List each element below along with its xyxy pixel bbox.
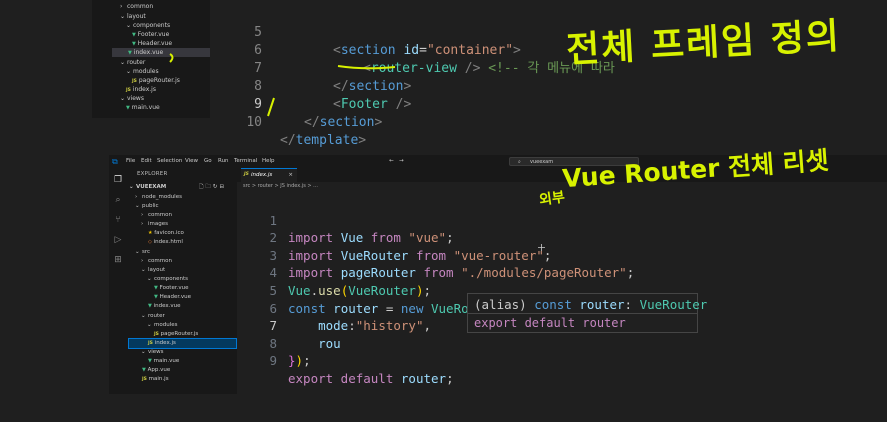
code-line: 6 mode:"history", (269, 300, 432, 334)
activity-bar: ❐ ⌕ ⑂ ▷ ⊞ (109, 168, 127, 394)
explorer-panel: EXPLORER ⌄ VUEEXAM 🗋🗀↻⊟ › node_modules ⌄ pu… (127, 168, 237, 394)
tree-folder[interactable]: ⌄ router (141, 312, 165, 321)
nav-forward-icon[interactable]: → (399, 155, 404, 168)
tooltip-divider (468, 313, 697, 314)
vue-file-icon: ▼ (142, 367, 146, 373)
tree-folder[interactable]: › images (141, 220, 168, 229)
tree-folder[interactable]: ⌄ views (141, 348, 164, 357)
close-icon[interactable]: × (288, 169, 293, 181)
explorer-root[interactable]: ⌄ VUEEXAM 🗋🗀↻⊟ (129, 183, 235, 192)
tree-file[interactable]: ▼ Footer.vue (154, 284, 188, 293)
run-debug-icon[interactable]: ▷ (112, 234, 124, 246)
menu-run[interactable]: Run (218, 155, 229, 168)
code-line: 3 import pageRouter from "./modules/page… (269, 247, 635, 281)
menu-go[interactable]: Go (204, 155, 212, 168)
source-control-icon[interactable]: ⑂ (112, 214, 124, 226)
tree-file[interactable]: ◇ index.html (148, 238, 183, 247)
menu-view[interactable]: View (185, 155, 198, 168)
breadcrumb[interactable]: src > router > JS index.js > ... (243, 183, 318, 189)
code-line: 7 rou (269, 318, 341, 351)
vue-file-icon: ▼ (148, 303, 152, 309)
menu-selection[interactable]: Selection (157, 155, 182, 168)
menu-terminal[interactable]: Terminal (234, 155, 257, 168)
nav-back-icon[interactable]: ← (389, 155, 394, 168)
js-file-icon: JS (154, 332, 159, 337)
mouse-cursor-icon (538, 244, 545, 251)
vue-file-icon: ▼ (154, 294, 158, 300)
tree-file[interactable]: JS main.js (142, 375, 169, 384)
menu-edit[interactable]: Edit (141, 155, 152, 168)
vue-file-icon: ▼ (148, 358, 152, 364)
vscode-logo-icon: ⧉ (112, 157, 118, 166)
search-icon[interactable]: ⌕ (112, 194, 124, 206)
tree-folder[interactable]: › node_modules (135, 193, 182, 202)
tree-folder[interactable]: › common (141, 211, 172, 220)
vscode-window: ⧉ File Edit Selection View Go Run Termin… (109, 155, 887, 394)
code-line: 2 import VueRouter from "vue-router"; (269, 230, 552, 263)
extensions-icon[interactable]: ⊞ (112, 254, 124, 266)
tree-folder[interactable]: ⌄ modules (147, 321, 177, 330)
code-line: 5 const router = new VueRouter({ (269, 282, 513, 316)
js-file-icon: JS (142, 377, 147, 382)
js-file-icon: JS (148, 341, 153, 346)
tree-file[interactable]: ▼ main.vue (148, 357, 179, 366)
js-file-icon: JS (244, 172, 249, 177)
tree-folder[interactable]: ⌄ src (135, 248, 150, 257)
menu-help[interactable]: Help (262, 155, 275, 168)
code-line: 8 }); (269, 335, 311, 369)
tree-file[interactable]: ▼ Header.vue (154, 293, 191, 302)
menu-file[interactable]: File (126, 155, 135, 168)
tree-folder[interactable]: ⌄ public (135, 202, 159, 211)
explorer-header: EXPLORER (137, 171, 168, 177)
handwritten-note-arrow: 외부 (538, 189, 566, 209)
html-file-icon: ◇ (148, 239, 152, 245)
search-icon: ⌕ (518, 159, 521, 165)
tree-file[interactable]: ▼ App.vue (142, 366, 170, 375)
vue-file-icon: ▼ (154, 285, 158, 291)
code-line: 1 import Vue from "vue"; (269, 212, 454, 246)
code-line: 4 Vue.use(VueRouter); (269, 265, 432, 298)
tree-file[interactable]: ▼ index.vue (148, 302, 181, 311)
explorer-actions-icon[interactable]: 🗋🗀↻⊟ (199, 183, 226, 192)
tree-folder[interactable]: › common (141, 257, 172, 266)
tab-index-js[interactable]: JS index.js × (241, 168, 297, 182)
tree-folder[interactable]: ⌄ components (147, 275, 188, 284)
tree-file[interactable]: JS pageRouter.js (154, 330, 198, 339)
hover-tooltip: (alias) const router: VueRouter export d… (467, 293, 707, 333)
tree-folder[interactable]: ⌄ layout (141, 266, 165, 275)
tree-file-selected[interactable]: JS index.js (128, 338, 237, 349)
explorer-icon[interactable]: ❐ (112, 174, 124, 186)
tree-file[interactable]: ★ favicon.ico (148, 229, 184, 238)
code-line: 9 export default router; (269, 353, 454, 386)
favicon-file-icon: ★ (148, 230, 153, 236)
